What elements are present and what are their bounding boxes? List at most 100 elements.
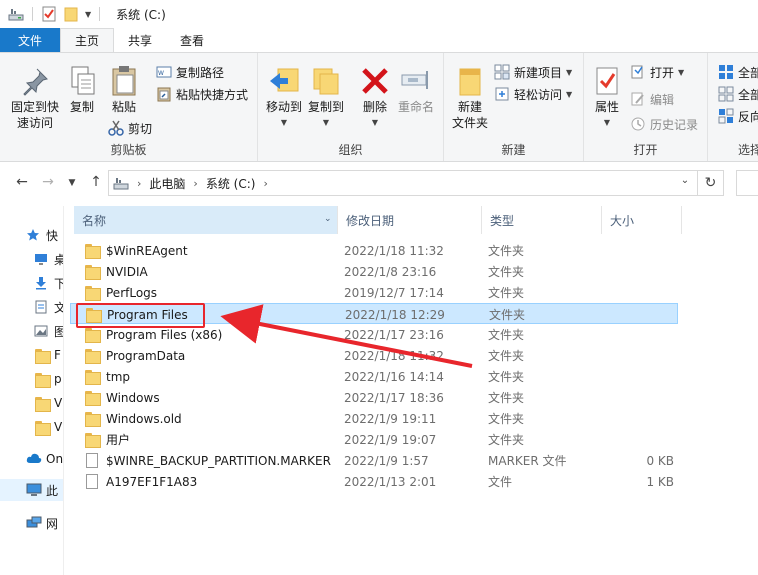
properties-icon[interactable] — [41, 6, 57, 22]
new-folder-button[interactable]: 新建 文件夹 — [450, 65, 490, 131]
address-dropdown-icon[interactable]: ⌄ — [675, 175, 695, 191]
nav-desktop[interactable]: 桌 — [34, 248, 63, 270]
nav-onedrive[interactable]: On — [26, 448, 63, 470]
move-to-button[interactable]: 移动到 ▼ — [264, 65, 304, 131]
pin-to-quick-access-button[interactable]: 固定到快 速访问 — [8, 65, 62, 131]
copy-path-label: 复制路径 — [176, 65, 225, 80]
file-name-cell: $WINRE_BACKUP_PARTITION.MARKER — [84, 450, 331, 471]
navigation-pane: 快 桌 下 文 图 F p V V On 此 网 — [0, 206, 64, 575]
new-folder-icon[interactable] — [63, 6, 79, 22]
open-button[interactable]: 打开 ▼ — [630, 63, 684, 81]
nav-folder-v2[interactable]: V — [34, 416, 62, 438]
file-date: 2022/1/18 12:29 — [345, 307, 445, 322]
tab-file[interactable]: 文件 — [0, 28, 61, 52]
tab-view[interactable]: 查看 — [166, 28, 218, 52]
column-size-label: 大小 — [610, 213, 635, 228]
select-all-button[interactable]: 全部 — [718, 63, 758, 81]
table-row[interactable]: ProgramData 2022/1/18 11:32 文件夹 — [70, 345, 678, 366]
column-header-name[interactable]: 名称 — [74, 206, 338, 234]
nav-folder-p[interactable]: p — [34, 368, 62, 390]
nav-quick-access[interactable]: 快 — [26, 224, 58, 246]
table-row[interactable]: PerfLogs 2019/12/7 17:14 文件夹 — [70, 282, 678, 303]
nav-pictures[interactable]: 图 — [34, 320, 63, 342]
column-filter-dropdown-icon[interactable]: ⌄ — [324, 214, 332, 224]
table-row[interactable]: Windows.old 2022/1/9 19:11 文件夹 — [70, 408, 678, 429]
invert-selection-label: 反向 — [738, 109, 758, 124]
table-row[interactable]: Windows 2022/1/17 18:36 文件夹 — [70, 387, 678, 408]
file-date: 2022/1/18 11:32 — [344, 348, 444, 363]
address-bar[interactable]: › 此电脑 › 系统 (C:) › ⌄ ↻ — [108, 170, 724, 196]
table-row[interactable]: $WINRE_BACKUP_PARTITION.MARKER 2022/1/9 1… — [70, 450, 678, 471]
back-arrow-icon[interactable]: ← — [12, 174, 32, 190]
drive-icon[interactable] — [8, 6, 24, 22]
forward-arrow-icon[interactable]: → — [38, 174, 58, 190]
breadcrumb-separator-icon[interactable]: › — [263, 177, 267, 190]
paste-shortcut-button[interactable]: 粘贴快捷方式 — [156, 85, 248, 103]
copy-path-button[interactable]: W 复制路径 — [156, 63, 224, 81]
picture-icon — [34, 324, 50, 338]
file-name-cell: tmp — [84, 366, 130, 387]
up-arrow-icon[interactable]: ↑ — [86, 174, 106, 190]
easy-access-button[interactable]: 轻松访问 ▼ — [494, 85, 572, 103]
nav-this-pc[interactable]: 此 — [0, 479, 63, 501]
breadcrumb-separator-icon[interactable]: › — [137, 177, 141, 190]
delete-button[interactable]: 删除 ▼ — [358, 65, 392, 131]
file-type: 文件夹 — [488, 412, 525, 426]
tab-home[interactable]: 主页 — [60, 28, 115, 52]
table-row[interactable]: NVIDIA 2022/1/8 23:16 文件夹 — [70, 261, 678, 282]
rename-button[interactable]: 重命名 — [396, 65, 436, 115]
titlebar-separator — [32, 7, 33, 21]
folder-icon — [84, 328, 101, 343]
edit-button[interactable]: 编辑 — [630, 90, 674, 108]
cut-button[interactable]: 剪切 — [108, 119, 152, 137]
new-item-button[interactable]: 新建项目 ▼ — [494, 63, 572, 81]
table-row[interactable]: A197EF1F1A83 2022/1/13 2:01 文件 1 KB — [70, 471, 678, 492]
copy-button[interactable]: 复制 — [64, 65, 100, 115]
table-row[interactable]: tmp 2022/1/16 14:14 文件夹 — [70, 366, 678, 387]
paste-button[interactable]: 粘贴 — [106, 65, 142, 115]
table-row[interactable]: $WinREAgent 2022/1/18 11:32 文件夹 — [70, 240, 678, 261]
file-name-cell: Program Files (x86) — [84, 324, 222, 345]
table-row[interactable]: Program Files 2022/1/18 12:29 文件夹 — [70, 303, 678, 324]
copy-path-icon: W — [156, 64, 172, 80]
search-input[interactable] — [736, 170, 758, 196]
folder-icon — [84, 433, 101, 448]
open-dropdown-icon: ▼ — [678, 67, 685, 77]
breadcrumb-drive-c[interactable]: 系统 (C:) — [206, 175, 256, 192]
nav-folder-v1[interactable]: V — [34, 392, 62, 414]
nav-documents[interactable]: 文 — [34, 296, 63, 318]
invert-selection-button[interactable]: 反向 — [718, 107, 758, 125]
folder-icon — [84, 370, 101, 385]
breadcrumb-this-pc[interactable]: 此电脑 — [149, 175, 185, 192]
quick-access-dropdown-icon[interactable]: ▼ — [85, 10, 91, 19]
move-to-dropdown-icon: ▼ — [280, 118, 288, 127]
properties-button[interactable]: 属性 ▼ — [590, 65, 624, 131]
column-header-date[interactable]: 修改日期 — [338, 206, 482, 234]
paste-icon — [108, 65, 140, 97]
column-header-type[interactable]: 类型 — [482, 206, 602, 234]
file-date: 2022/1/9 1:57 — [344, 453, 429, 468]
copy-to-button[interactable]: 复制到 ▼ — [306, 65, 346, 131]
nav-label: 网 — [46, 516, 59, 531]
nav-folder-f[interactable]: F — [34, 344, 61, 366]
easy-access-label: 轻松访问 — [514, 87, 563, 102]
new-group: 新建 文件夹 新建项目 ▼ 轻松访问 ▼ 新建 — [444, 53, 584, 161]
tab-share[interactable]: 共享 — [114, 28, 166, 52]
file-date: 2022/1/9 19:11 — [344, 411, 437, 426]
open-group: 属性 ▼ 打开 ▼ 编辑 历史记录 打开 — [584, 53, 708, 161]
table-row[interactable]: 用户 2022/1/9 19:07 文件夹 — [70, 429, 678, 450]
pin-icon — [19, 65, 51, 97]
column-header-size[interactable]: 大小 — [602, 206, 682, 234]
folder-icon — [84, 286, 101, 301]
nav-network[interactable]: 网 — [26, 512, 58, 534]
refresh-icon[interactable]: ↻ — [697, 171, 723, 195]
paste-label: 粘贴 — [111, 100, 136, 114]
nav-downloads[interactable]: 下 — [34, 272, 63, 294]
table-row[interactable]: Program Files (x86) 2022/1/17 23:16 文件夹 — [70, 324, 678, 345]
recent-locations-icon[interactable]: ▼ — [62, 178, 82, 188]
history-button[interactable]: 历史记录 — [630, 115, 698, 133]
select-none-button[interactable]: 全部 — [718, 85, 758, 103]
breadcrumb-separator-icon[interactable]: › — [193, 177, 197, 190]
organize-group: 移动到 ▼ 复制到 ▼ 删除 ▼ 重命名 组织 — [258, 53, 444, 161]
nav-label: V — [54, 396, 63, 410]
